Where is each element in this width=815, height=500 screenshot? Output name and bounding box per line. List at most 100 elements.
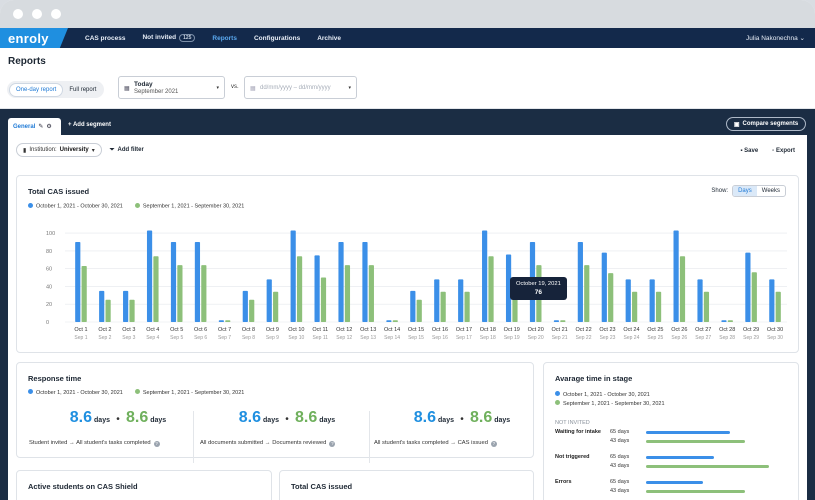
bar-september[interactable] [416,299,422,322]
bar-october[interactable] [482,230,488,322]
compare-segments-button[interactable]: ▣ Compare segments [726,117,806,131]
bar-october[interactable] [625,279,631,322]
bar-september[interactable] [368,265,374,322]
bar-september[interactable] [153,256,159,322]
bar-october[interactable] [170,242,177,322]
help-icon[interactable]: ? [329,441,336,447]
compare-date-select[interactable]: ▦ dd/mm/yyyy – dd/mm/yyyy ▾ [244,76,357,99]
bar-october[interactable] [218,320,224,322]
active-students-title: Active students on CAS Shield [28,482,138,491]
x-tick-label: Oct 27 [695,327,711,333]
x-subtick-label: Sep 14 [384,335,400,341]
total-cas-chart-card: Total CAS issued October 1, 2021 - Octob… [16,175,799,353]
bar-october[interactable] [697,279,703,322]
bar-october[interactable] [338,242,344,322]
nav-item-cas-process[interactable]: CAS process [85,35,125,42]
bar-october[interactable] [673,230,679,322]
bar-september[interactable] [560,320,566,322]
bar-october[interactable] [434,279,440,322]
save-button[interactable]: ▪ Save [740,148,758,154]
bar-october[interactable] [194,242,201,322]
primary-date-select[interactable]: ▦ Today September 2021 ▾ [118,76,225,99]
bar-september[interactable] [703,291,710,322]
calendar-icon: ▦ [250,86,256,92]
bar-september[interactable] [488,256,494,322]
x-tick-label: Oct 15 [408,327,424,333]
bar-september[interactable] [679,256,686,322]
bar-september[interactable] [344,265,351,322]
chevron-down-icon: ▾ [91,147,95,154]
window-control-dot[interactable] [32,9,42,19]
bar-october[interactable] [410,290,416,322]
settings-icon[interactable]: ⚙ [46,123,51,130]
bar-september[interactable] [751,272,757,322]
bar-september[interactable] [296,256,303,322]
edit-icon[interactable]: ✎ [38,123,43,130]
bar-october[interactable] [75,242,81,322]
bar-september[interactable] [105,299,111,322]
total-cas-summary-title: Total CAS issued [291,482,353,491]
institution-filter-chip[interactable]: ▮ Institution: University ▾ [16,143,102,157]
y-tick-label: 40 [46,284,52,290]
nav-item-not-invited[interactable]: Not invited 125 [142,34,196,42]
bar-october[interactable] [553,320,560,322]
bar-september[interactable] [129,299,135,322]
bar-september[interactable] [273,291,279,322]
bar-october[interactable] [745,252,751,322]
bar-october[interactable] [601,252,607,322]
x-tick-label: Oct 30 [767,327,783,333]
stage-label: Errors [555,479,572,485]
bar-october[interactable] [362,242,368,322]
bar-september[interactable] [727,320,733,322]
help-icon[interactable]: ? [153,441,160,447]
bar-october[interactable] [266,279,272,322]
bar-october[interactable] [577,242,583,322]
bar-october[interactable] [290,230,296,322]
bar-october[interactable] [314,255,320,322]
bar-september[interactable] [440,291,446,322]
bar-september[interactable] [320,277,327,322]
bar-september[interactable] [177,265,183,322]
bar-october[interactable] [386,320,392,322]
bar-october[interactable] [721,320,727,322]
bar-october[interactable] [242,290,248,322]
window-control-dot[interactable] [51,9,61,19]
total-cas-bar-chart: 0 20 40 60 80 100 Oct 1 Sep 1 Oct 2 Sep 2 Oct 3 Sep… [46,230,787,341]
nav-item-reports[interactable]: Reports [212,35,237,42]
x-tick-label: Oct 7 [218,327,231,333]
bar-october[interactable] [649,279,655,322]
one-day-report-option[interactable]: One-day report [9,82,64,97]
avg-stage-title: Avarage time in stage [555,374,633,383]
bar-october[interactable] [99,290,105,322]
bar-october[interactable] [458,279,464,322]
bar-september[interactable] [655,291,662,322]
add-segment-button[interactable]: + Add segment [68,122,111,128]
segment-tab-general[interactable]: General ✎ ⚙ [8,118,61,135]
filter-bar: ▮ Institution: University ▾ ⏷ Add filter [16,143,144,157]
bar-october[interactable] [769,279,775,322]
bar-september[interactable] [632,291,638,322]
export-button[interactable]: ▫ Export [772,148,795,154]
help-icon[interactable]: ? [490,441,497,447]
bar-september[interactable] [249,299,255,322]
y-tick-label: 20 [46,302,52,308]
bar-september[interactable] [775,291,781,322]
bar-september[interactable] [608,273,614,322]
bar-september[interactable] [201,265,207,322]
bar-september[interactable] [392,320,398,322]
bar-september[interactable] [584,265,590,322]
bar-october[interactable] [123,290,129,322]
user-menu[interactable]: Julia Nakonechna ⌄ [746,34,805,42]
add-filter-button[interactable]: ⏷ Add filter [110,147,144,154]
window-control-dot[interactable] [13,9,23,19]
bar-october[interactable] [146,230,153,322]
nav-item-archive[interactable]: Archive [317,35,341,42]
bar-september[interactable] [464,291,470,322]
enroly-logo[interactable]: enroly [0,28,68,48]
nav-item-configurations[interactable]: Configurations [254,35,300,42]
bar-september[interactable] [225,320,231,322]
divider [369,411,370,463]
bar-september[interactable] [81,266,87,322]
full-report-option[interactable]: Full report [63,84,102,96]
response-stat-caption: All student's tasks completed → CAS issu… [374,440,497,447]
